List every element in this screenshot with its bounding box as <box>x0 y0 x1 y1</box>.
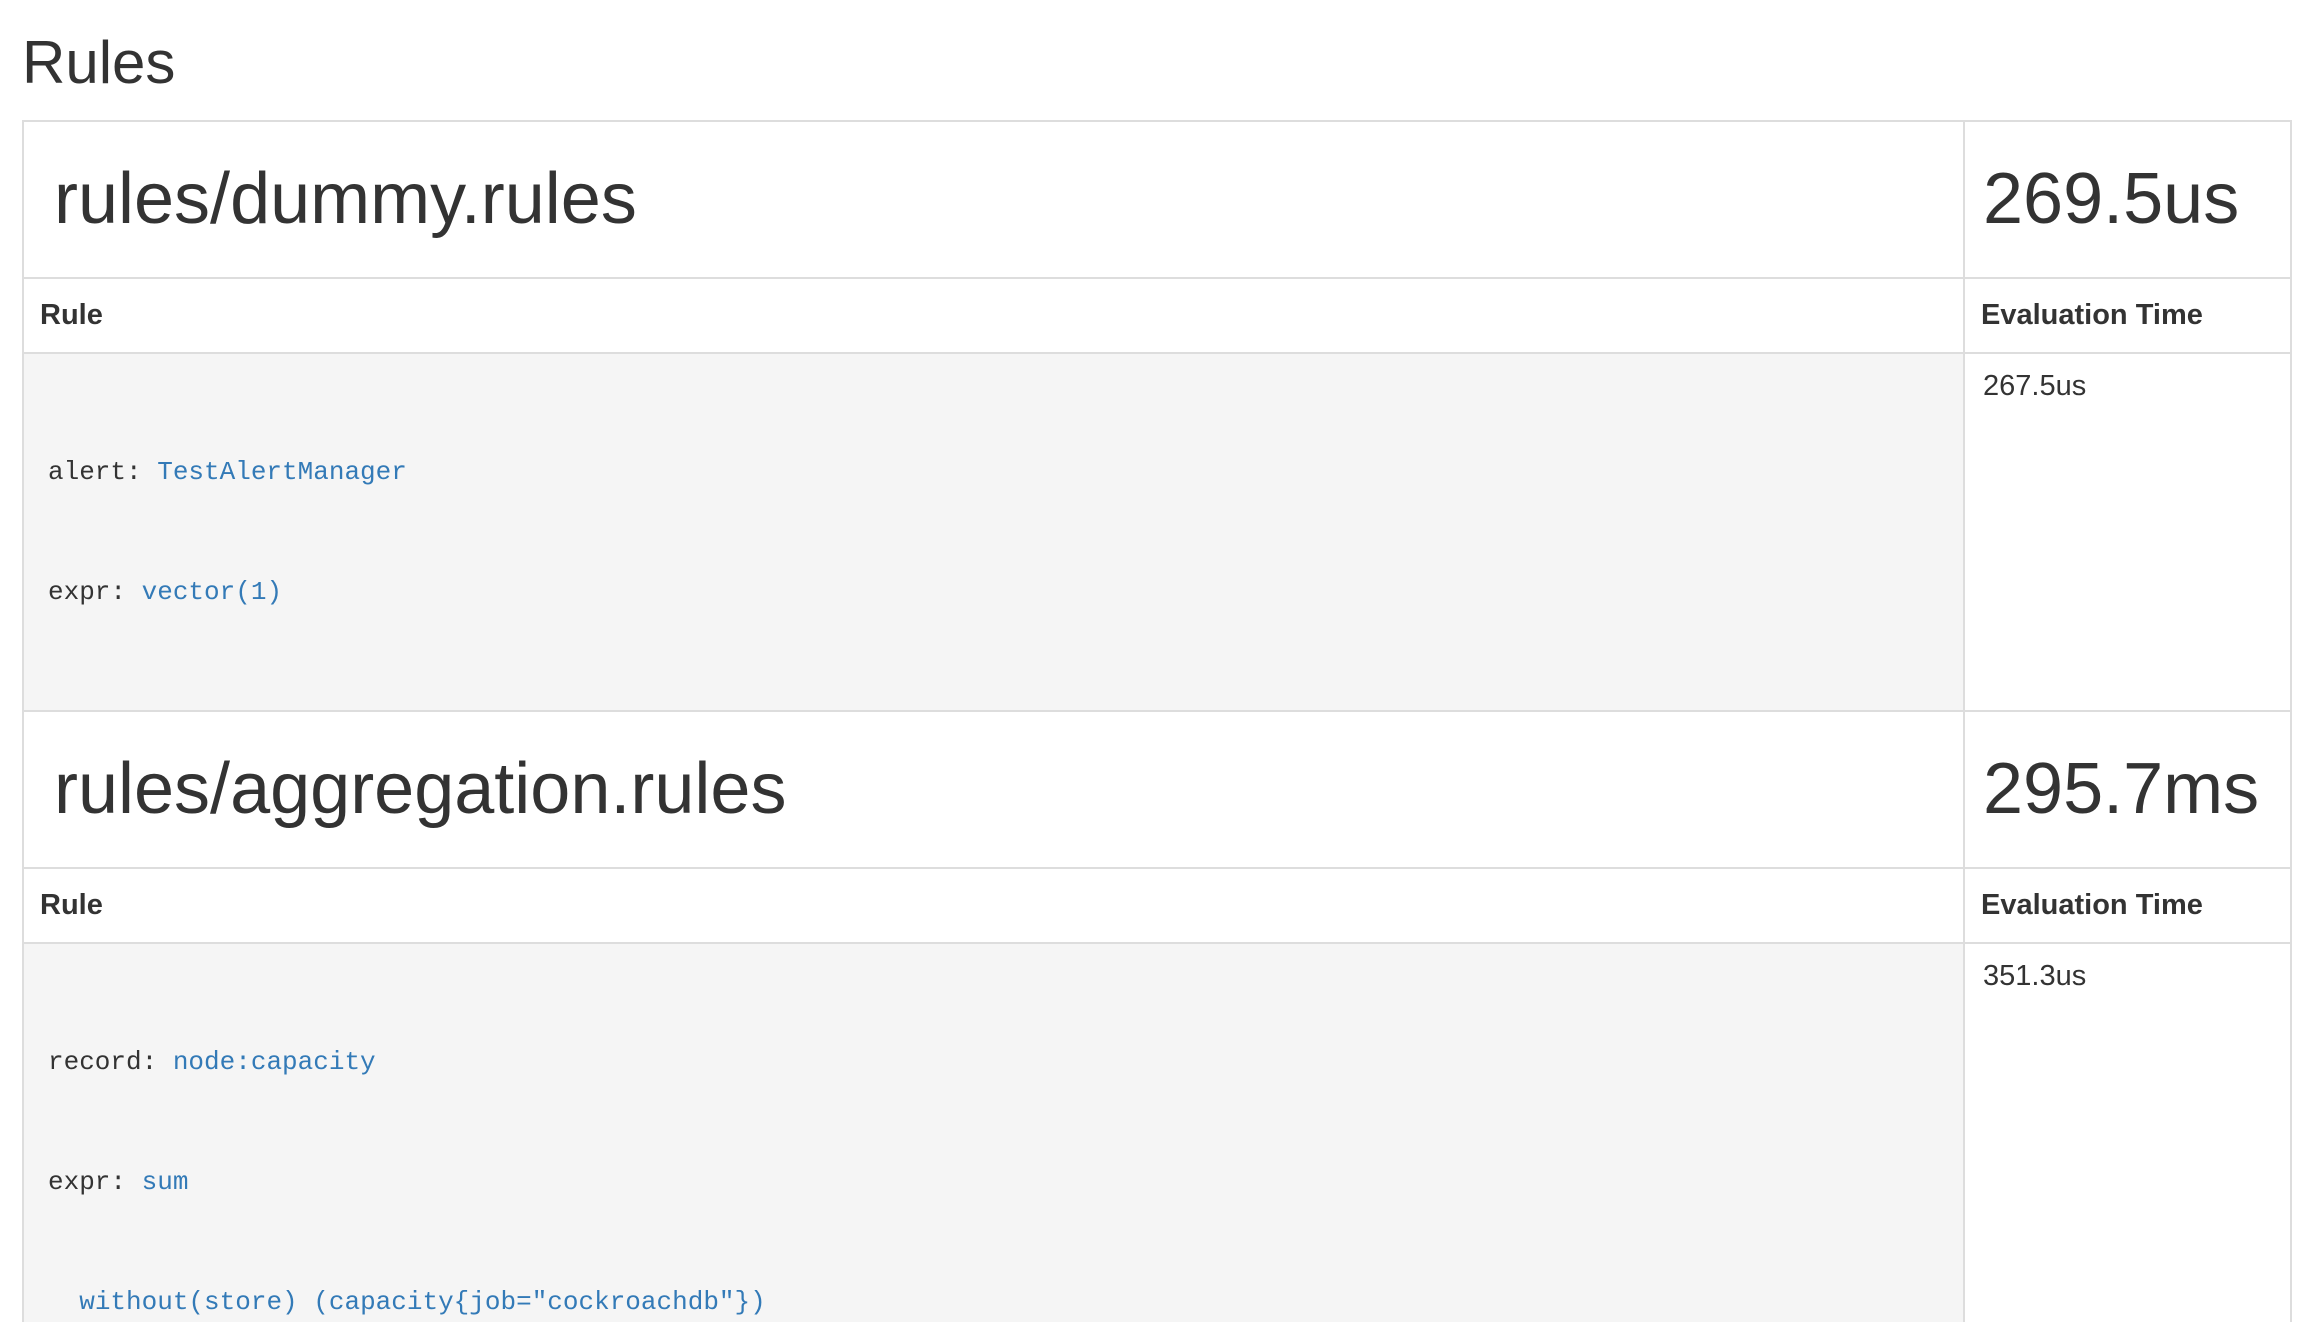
rule-keyword: expr: <box>48 577 142 607</box>
rule-code-line: without(store) (capacity{job="cockroachd… <box>48 1282 1939 1322</box>
rule-expr-link[interactable]: without(store) (capacity{job="cockroachd… <box>79 1287 766 1317</box>
rule-name-link[interactable]: TestAlertManager <box>157 457 407 487</box>
rule-eval-time: 267.5us <box>1964 353 2291 711</box>
rule-expr-link[interactable]: vector(1) <box>142 577 282 607</box>
rule-expr-link[interactable]: sum <box>142 1167 189 1197</box>
rule-group-total-eval-time: 295.7ms <box>1983 748 2274 831</box>
rule-code-line: alert: TestAlertManager <box>48 452 1939 492</box>
rule-row: alert: TestAlertManager expr: vector(1) … <box>23 353 2291 711</box>
rule-code-cell: alert: TestAlertManager expr: vector(1) <box>23 353 1964 711</box>
rules-page: Rules rules/dummy.rules 269.5us Rule Eva… <box>0 30 2316 1322</box>
column-header-row: Rule Evaluation Time <box>23 278 2291 353</box>
rules-table: rules/dummy.rules 269.5us Rule Evaluatio… <box>22 120 2292 1322</box>
rule-column-header: Rule <box>23 868 1964 943</box>
rule-group-header-row: rules/aggregation.rules 295.7ms <box>23 711 2291 868</box>
rule-code-line: record: node:capacity <box>48 1042 1939 1082</box>
rule-group-total-eval-time: 269.5us <box>1983 158 2274 241</box>
rule-group-total-time-cell: 295.7ms <box>1964 711 2291 868</box>
rule-keyword: alert: <box>48 457 157 487</box>
rule-keyword: expr: <box>48 1167 142 1197</box>
eval-time-column-header: Evaluation Time <box>1964 868 2291 943</box>
rule-row: record: node:capacity expr: sum without(… <box>23 943 2291 1322</box>
rule-eval-time: 351.3us <box>1964 943 2291 1322</box>
column-header-row: Rule Evaluation Time <box>23 868 2291 943</box>
rule-group-file-cell: rules/aggregation.rules <box>23 711 1964 868</box>
page-title: Rules <box>22 30 2294 96</box>
rule-code-line: expr: vector(1) <box>48 572 1939 612</box>
rule-group-total-time-cell: 269.5us <box>1964 121 2291 278</box>
eval-time-column-header: Evaluation Time <box>1964 278 2291 353</box>
rule-group-file-name: rules/dummy.rules <box>54 158 1947 241</box>
rule-keyword: record: <box>48 1047 173 1077</box>
rule-name-link[interactable]: node:capacity <box>173 1047 376 1077</box>
rule-group-file-name: rules/aggregation.rules <box>54 748 1947 831</box>
rule-group-header-row: rules/dummy.rules 269.5us <box>23 121 2291 278</box>
rule-group-file-cell: rules/dummy.rules <box>23 121 1964 278</box>
rule-code-line: expr: sum <box>48 1162 1939 1202</box>
rule-indent <box>48 1287 79 1317</box>
rule-code-cell: record: node:capacity expr: sum without(… <box>23 943 1964 1322</box>
rule-column-header: Rule <box>23 278 1964 353</box>
